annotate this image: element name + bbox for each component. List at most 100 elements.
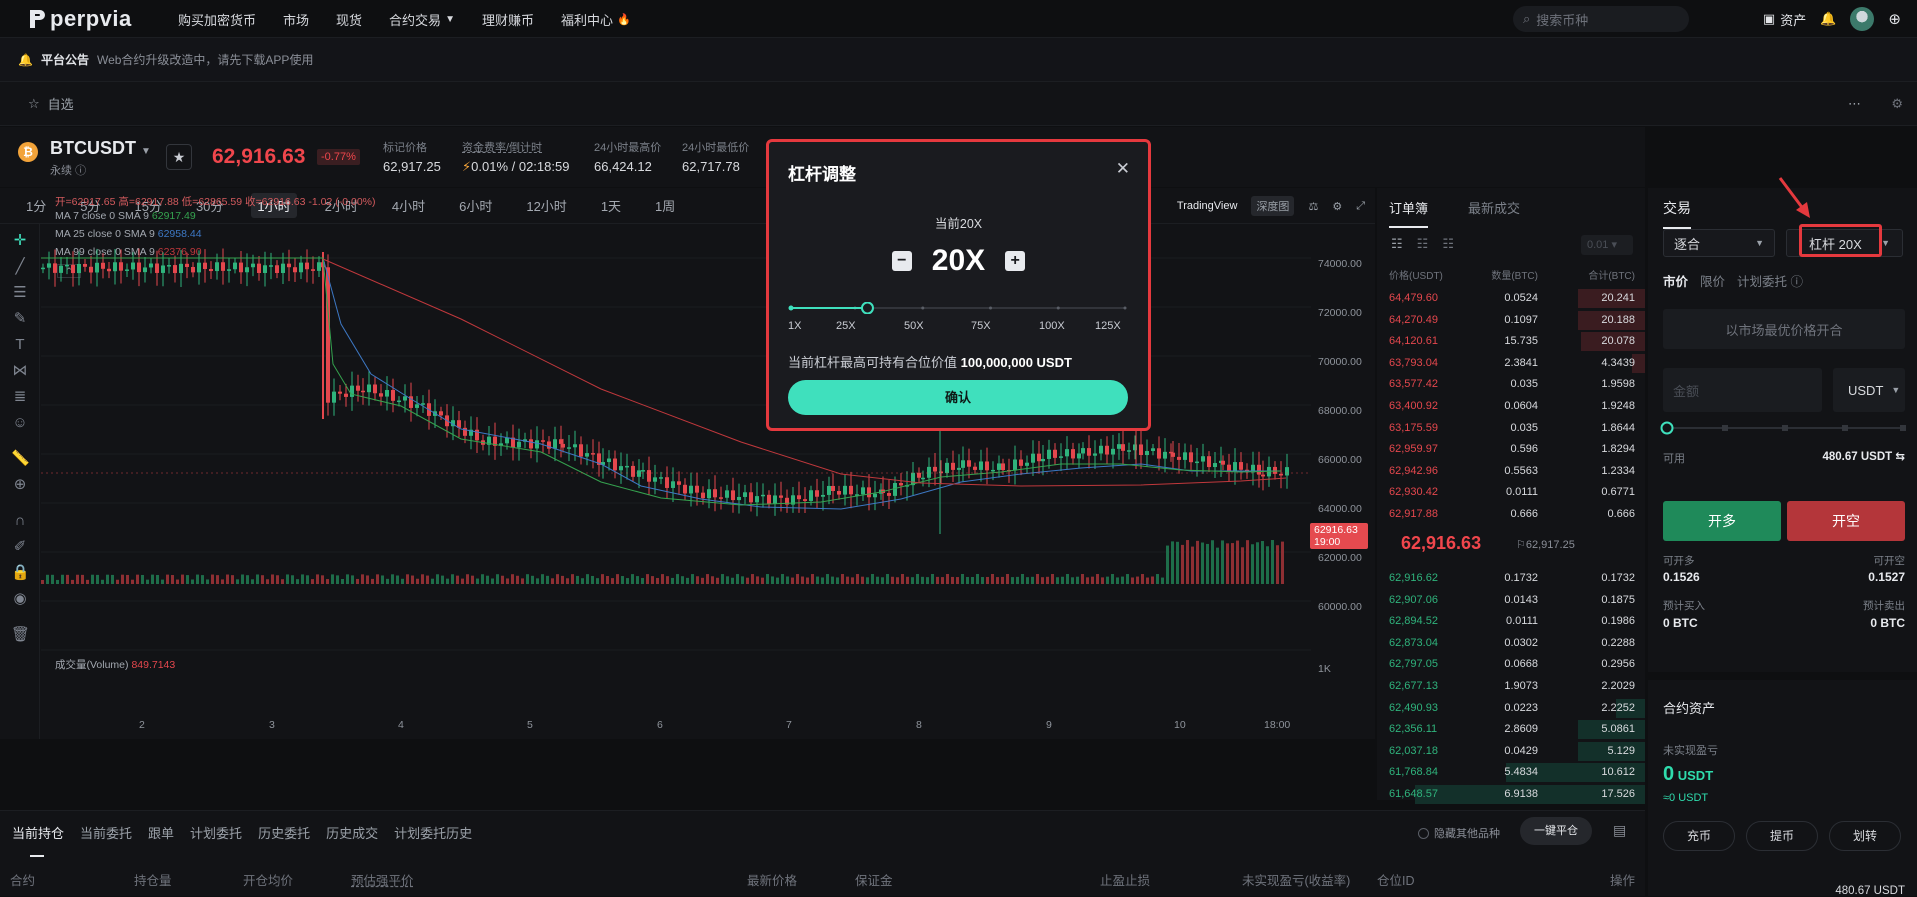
timeframe-6[interactable]: 4小时: [386, 193, 431, 218]
leverage-tick[interactable]: 25X: [836, 320, 856, 332]
bid-row[interactable]: 62,907.06 0.0143 0.1875: [1377, 590, 1645, 611]
pair-selector[interactable]: BTCUSDT ▼: [50, 138, 151, 159]
increase-button[interactable]: +: [1005, 251, 1026, 271]
chart-toggle-icon[interactable]: ▤: [1613, 822, 1626, 839]
globe-icon[interactable]: ⊕: [1888, 10, 1901, 28]
leverage-tick[interactable]: 1X: [788, 320, 801, 332]
leverage-tick[interactable]: 75X: [971, 320, 991, 332]
timeframe-9[interactable]: 1天: [595, 193, 627, 218]
crosshair-icon[interactable]: ✛: [11, 232, 29, 250]
withdraw-button[interactable]: 提币: [1746, 821, 1818, 851]
magnet-icon[interactable]: ∩: [11, 512, 29, 530]
deposit-button[interactable]: 充币: [1663, 821, 1735, 851]
bid-row[interactable]: 62,894.52 0.0111 0.1986: [1377, 611, 1645, 632]
transfer-icon[interactable]: ⇆: [1895, 451, 1905, 463]
ask-row[interactable]: 62,917.88 0.666 0.666: [1377, 504, 1645, 525]
more-icon[interactable]: ⋯: [1848, 96, 1861, 112]
amount-input[interactable]: 金额: [1663, 368, 1822, 412]
timeframe-0[interactable]: 1分: [20, 193, 52, 218]
indicators-icon[interactable]: ⚖: [1308, 200, 1318, 213]
bell-icon[interactable]: 🔔: [1820, 11, 1836, 27]
bid-row[interactable]: 61,768.84 5.4834 10.612: [1377, 762, 1645, 783]
tab-limit[interactable]: 限价: [1700, 271, 1725, 290]
leverage-slider[interactable]: [788, 302, 1128, 314]
tab-order-book[interactable]: 订单簿: [1389, 198, 1429, 228]
avatar[interactable]: [1850, 7, 1875, 31]
bid-row[interactable]: 62,677.13 1.9073 2.2029: [1377, 676, 1645, 697]
nav-item-earn[interactable]: 理财赚币: [482, 10, 534, 29]
trash-icon[interactable]: 🗑: [11, 626, 30, 644]
nav-item-buy-crypto[interactable]: 购买加密货币: [178, 10, 256, 29]
star-outline-icon[interactable]: ☆: [28, 96, 40, 112]
ask-row[interactable]: 64,479.60 0.0524 20.241: [1377, 288, 1645, 309]
ruler-icon[interactable]: 📏: [11, 450, 30, 468]
bid-row[interactable]: 62,916.62 0.1732 0.1732: [1377, 568, 1645, 589]
chart-settings-icon[interactable]: ⚙: [1332, 200, 1342, 213]
tab-market[interactable]: 市价: [1663, 271, 1688, 290]
precision-select[interactable]: 0.01 ▾: [1581, 235, 1633, 255]
nav-item-rewards[interactable]: 福利中心 🔥: [561, 10, 631, 29]
timeframe-8[interactable]: 12小时: [520, 193, 572, 218]
bid-row[interactable]: 62,356.11 2.8609 5.0861: [1377, 719, 1645, 740]
favorites-label[interactable]: 自选: [48, 94, 74, 113]
timeframe-7[interactable]: 6小时: [453, 193, 498, 218]
leverage-tick[interactable]: 125X: [1095, 320, 1121, 332]
favorite-star-button[interactable]: ★: [166, 144, 192, 170]
leverage-tick[interactable]: 100X: [1039, 320, 1065, 332]
ask-row[interactable]: 63,400.92 0.0604 1.9248: [1377, 396, 1645, 417]
horizontal-lines-icon[interactable]: ☰: [11, 284, 29, 302]
text-tool-icon[interactable]: T: [11, 336, 29, 354]
confirm-button[interactable]: 确认: [788, 380, 1128, 415]
positions-tab-6[interactable]: 计划委托历史: [394, 823, 472, 842]
settings-icon[interactable]: ⚙: [1891, 96, 1903, 112]
ask-row[interactable]: 64,120.61 15.735 20.078: [1377, 331, 1645, 352]
decrease-button[interactable]: −: [891, 251, 912, 271]
open-long-button[interactable]: 开多: [1663, 501, 1781, 541]
positions-tab-5[interactable]: 历史成交: [326, 823, 378, 842]
nav-item-futures[interactable]: 合约交易 ▼: [389, 10, 455, 29]
ask-row[interactable]: 63,577.42 0.035 1.9598: [1377, 374, 1645, 395]
search-box[interactable]: ⌕ 搜索币种: [1513, 6, 1689, 32]
unit-select[interactable]: USDT ▼: [1833, 368, 1905, 412]
bid-row[interactable]: 62,490.93 0.0223 2.2252: [1377, 698, 1645, 719]
trend-line-icon[interactable]: ╱: [11, 258, 29, 276]
positions-tab-4[interactable]: 历史委托: [258, 823, 310, 842]
margin-mode-select[interactable]: 逐合 ▼: [1663, 229, 1775, 257]
info-icon[interactable]: ⓘ: [75, 165, 86, 177]
nav-item-spot[interactable]: 现货: [336, 10, 362, 29]
positions-tab-1[interactable]: 当前委托: [80, 823, 132, 842]
nav-item-market[interactable]: 市场: [283, 10, 309, 29]
close-all-button[interactable]: 一键平仓: [1520, 817, 1592, 845]
close-icon[interactable]: ✕: [1116, 159, 1130, 179]
book-asks-icon[interactable]: ☷: [1442, 236, 1454, 252]
assets-button[interactable]: ▣ 资产: [1763, 10, 1806, 29]
ask-row[interactable]: 62,959.97 0.596 1.8294: [1377, 439, 1645, 460]
hide-other-toggle[interactable]: 隐藏其他品种: [1418, 825, 1500, 841]
slider-thumb[interactable]: [860, 302, 874, 314]
bid-row[interactable]: 62,037.18 0.0429 5.129: [1377, 741, 1645, 762]
bid-row[interactable]: 62,873.04 0.0302 0.2288: [1377, 633, 1645, 654]
fib-icon[interactable]: ≣: [11, 388, 29, 406]
ask-row[interactable]: 62,930.42 0.0111 0.6771: [1377, 482, 1645, 503]
pattern-icon[interactable]: ⋈: [11, 362, 29, 380]
positions-tab-0[interactable]: 当前持仓: [12, 823, 64, 842]
ask-row[interactable]: 62,942.96 0.5563 1.2334: [1377, 461, 1645, 482]
ask-row[interactable]: 64,270.49 0.1097 20.188: [1377, 310, 1645, 331]
stat-funding-rate[interactable]: 资金费率/倒计时 ⚡0.01% / 02:18:59: [462, 139, 569, 175]
timeframe-10[interactable]: 1周: [649, 193, 681, 218]
ask-row[interactable]: 63,793.04 2.3841 4.3439: [1377, 353, 1645, 374]
book-bids-icon[interactable]: ☷: [1417, 236, 1429, 252]
leverage-tick[interactable]: 50X: [904, 320, 924, 332]
positions-tab-3[interactable]: 计划委托: [190, 823, 242, 842]
transfer-button[interactable]: 划转: [1829, 821, 1901, 851]
positions-tab-2[interactable]: 跟单: [148, 823, 174, 842]
tab-plan-order[interactable]: 计划委托 ⓘ: [1737, 271, 1803, 290]
bid-row[interactable]: 62,797.05 0.0668 0.2956: [1377, 654, 1645, 675]
tradingview-tab[interactable]: TradingView: [1177, 200, 1238, 212]
depth-chart-tab[interactable]: 深度图: [1251, 196, 1295, 216]
book-both-icon[interactable]: ☷: [1391, 236, 1403, 252]
leverage-value[interactable]: 20X: [932, 244, 985, 278]
lock-icon[interactable]: 🔒: [11, 564, 30, 582]
ask-row[interactable]: 63,175.59 0.035 1.8644: [1377, 418, 1645, 439]
eye-icon[interactable]: ◉: [11, 590, 29, 608]
